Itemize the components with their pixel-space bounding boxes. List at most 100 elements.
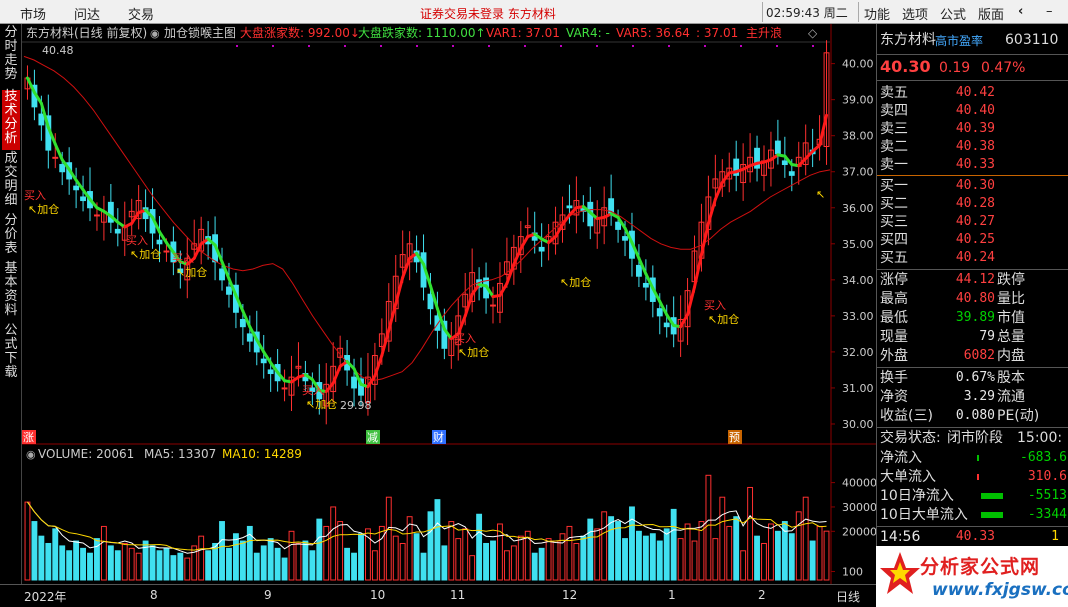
volume-bar (768, 523, 774, 581)
volume-bar (128, 547, 135, 581)
volume-bar (295, 542, 302, 581)
stat-label: 现量 (880, 329, 908, 345)
minimize-icon[interactable]: – (1046, 4, 1053, 19)
volume-label: VOLUME: 20061 (38, 447, 134, 461)
indicator-value: : 37.01 (696, 26, 738, 40)
flow-bar (981, 512, 1003, 518)
buy-level-price: 40.25 (955, 232, 995, 247)
volume-bar (573, 542, 580, 581)
volume-bar (24, 501, 31, 581)
left-tab-strip: 分时走势 技术分析 成交明细 分价表 基本资料 公式下载 (0, 24, 22, 584)
settings-icon: ◇ (808, 26, 818, 40)
tab-trades[interactable]: 成交明细 (2, 152, 20, 212)
volume-bar (656, 540, 663, 581)
volume-bar (754, 535, 760, 581)
candle-body (267, 369, 274, 375)
stat-value: 0.67% (955, 370, 995, 385)
volume-bar (726, 525, 733, 581)
menu-trade[interactable]: 交易 (128, 4, 154, 23)
volume-bar (545, 538, 552, 581)
stat-label: 换手 (880, 370, 908, 386)
volume-bar (691, 540, 698, 581)
trend-line (401, 256, 412, 279)
price-chart[interactable]: 40.00 39.00 38.00 37.00 36.00 35.00 34.00 33.00… (22, 24, 877, 584)
menu-function[interactable]: 功能 (864, 4, 890, 23)
event-marker-label: 预 (729, 431, 740, 444)
chart-area[interactable]: 40.00 39.00 38.00 37.00 36.00 35.00 34.00 33.00… (22, 24, 877, 584)
y-tick-label: 30.00 (842, 418, 874, 431)
volume-bar (629, 506, 635, 581)
trend-line (720, 171, 731, 185)
buy-level-label: 买五 (880, 250, 908, 266)
tick-volume: 1 (1051, 529, 1059, 544)
volume-bar (462, 528, 469, 581)
menu-layout[interactable]: 版面 (978, 4, 1004, 23)
volume-bar (531, 552, 538, 581)
volume-bar (156, 550, 163, 581)
volume-bar (580, 535, 587, 581)
date-label: 9 (264, 588, 272, 602)
low-price-label: 29.98 (340, 399, 372, 412)
candle-body (656, 308, 663, 317)
volume-bar (670, 508, 677, 581)
stat-value: 6082 (963, 348, 995, 363)
trend-line (463, 292, 474, 318)
sell-level-price: 40.33 (955, 157, 995, 172)
buy-level-price: 40.30 (955, 178, 995, 193)
candle-body (94, 214, 100, 217)
sell-level-label: 卖二 (880, 139, 908, 155)
volume-bar (378, 525, 385, 581)
volume-bar (538, 547, 545, 581)
trend-line (373, 354, 384, 378)
volume-bar (330, 506, 337, 581)
volume-bar (823, 530, 830, 581)
volume-bar (587, 518, 594, 581)
tick-time: 14:56 (880, 529, 921, 545)
date-label: 1 (668, 588, 676, 602)
tab-formula-download[interactable]: 公式下载 (2, 324, 20, 384)
volume-bar (45, 542, 52, 581)
volume-bar (170, 555, 177, 581)
formula-icon: ◉ (150, 27, 160, 40)
flow-bar (981, 493, 1003, 499)
menu-formula[interactable]: 公式 (940, 4, 966, 23)
tab-technical[interactable]: 技术分析 (2, 90, 20, 150)
tab-price-table[interactable]: 分价表 (2, 214, 20, 260)
sell-level-label: 卖四 (880, 103, 908, 119)
divider (877, 54, 1068, 55)
stat-value: 39.89 (955, 310, 995, 325)
stat-label: 净资 (880, 389, 908, 405)
divider (877, 269, 1068, 270)
header-dot (416, 45, 418, 47)
menu-wenda[interactable]: 问达 (74, 4, 100, 23)
tab-intraday[interactable]: 分时走势 (2, 26, 20, 90)
indicator-value: 大盘跌家数: 1110.00↑ (358, 25, 486, 40)
date-label: 2022年 (24, 590, 67, 604)
volume-bar (552, 540, 559, 581)
trend-line (130, 211, 141, 225)
buy-level-price: 40.27 (955, 214, 995, 229)
header-dot (560, 45, 562, 47)
period-label[interactable]: 日线 (836, 588, 860, 605)
volume-bar (100, 525, 107, 581)
candle-body (781, 160, 788, 166)
volume-bar (253, 552, 260, 581)
volume-bar (316, 518, 323, 581)
flow-label: 净流入 (880, 450, 922, 466)
menu-options[interactable]: 选项 (902, 4, 928, 23)
volume-bar (219, 521, 225, 581)
trend-line (470, 283, 481, 296)
stock-name: 东方材料 (880, 32, 936, 48)
flow-bar (977, 455, 979, 461)
tab-fundamentals[interactable]: 基本资料 (2, 262, 20, 322)
volume-ma5: MA5: 13307 (144, 447, 216, 461)
window-title: 证券交易未登录 东方材料 (420, 7, 556, 21)
y-tick-label: 39.00 (842, 94, 874, 107)
header-dot (272, 45, 274, 47)
volume-bar (59, 545, 66, 581)
volume-bar (733, 516, 740, 581)
flow-value: -3344 (1027, 507, 1067, 522)
divider (762, 2, 763, 22)
menu-market[interactable]: 市场 (20, 4, 46, 23)
back-icon[interactable]: ‹ (1018, 4, 1023, 19)
